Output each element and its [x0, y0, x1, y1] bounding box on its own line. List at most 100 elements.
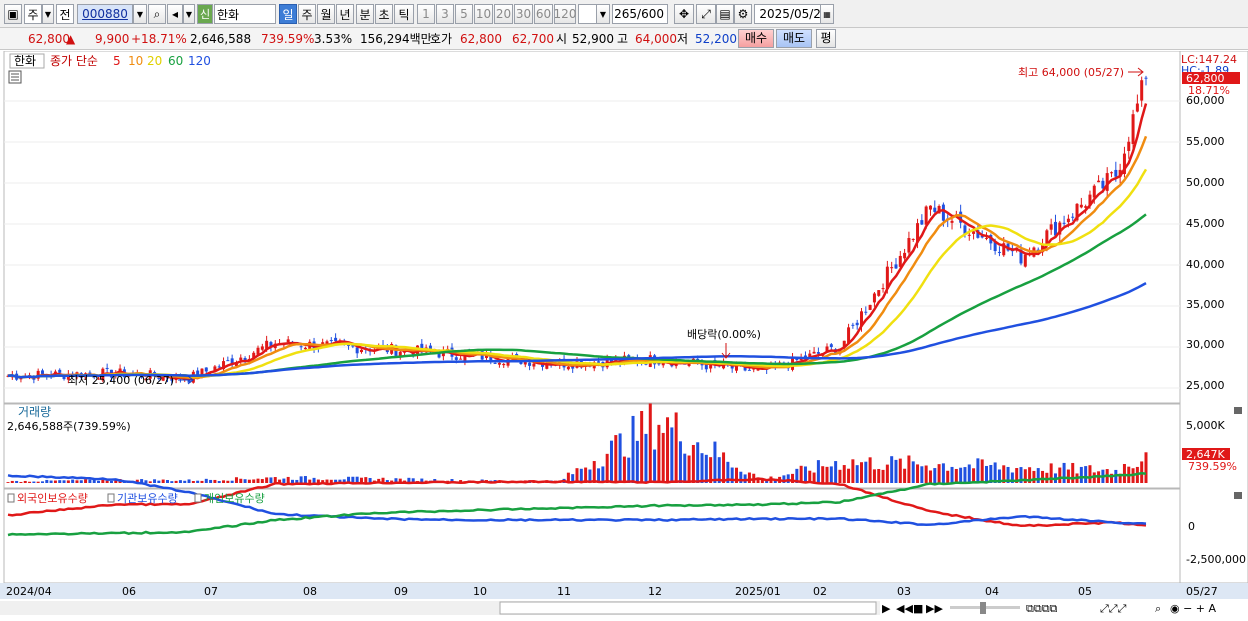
interval-30[interactable]: 30: [514, 4, 533, 24]
volume-bar: [614, 435, 618, 483]
period-day-tab[interactable]: 일: [279, 4, 297, 24]
stock-code-input[interactable]: 000880: [77, 4, 133, 24]
period-minute-tab[interactable]: 분: [356, 4, 374, 24]
candle-body: [1114, 169, 1118, 177]
volume-bar: [691, 444, 695, 483]
interval-5[interactable]: 5: [455, 4, 473, 24]
x-axis-bar: [0, 583, 1248, 599]
volume-bar: [860, 462, 863, 483]
high-label: 고: [617, 32, 629, 46]
mode1-select[interactable]: 주: [24, 4, 42, 24]
volume-bar: [105, 480, 109, 483]
individual-legend-box[interactable]: [194, 493, 202, 503]
volume-bar: [842, 465, 846, 483]
sell-button[interactable]: 매도: [776, 29, 812, 48]
layout-icon[interactable]: ⧉⧉⧉⧉: [1026, 602, 1058, 615]
window-icon[interactable]: ▣: [4, 4, 22, 24]
volume-bar: [161, 479, 165, 483]
volume-bar: [653, 449, 657, 483]
foreign-legend-box[interactable]: [7, 493, 15, 503]
holding-close-icon[interactable]: [1234, 492, 1242, 499]
stop-icon[interactable]: ■: [913, 602, 923, 615]
volume-bar: [678, 441, 682, 483]
rewind-icon[interactable]: ◀◀: [896, 602, 913, 615]
mode2-select[interactable]: 전: [56, 4, 74, 24]
volume-bar: [178, 480, 182, 483]
volume-bar: [622, 456, 626, 483]
interval-3[interactable]: 3: [436, 4, 454, 24]
volume-bar: [1032, 470, 1036, 483]
volume-bar: [364, 477, 368, 483]
chart-area[interactable]: 한화 종가 단순 5 10 20 60 120 LC:147.24 HC:-1.…: [0, 51, 1248, 621]
candle-body: [1062, 222, 1066, 224]
period-week-tab[interactable]: 주: [298, 4, 316, 24]
institution-legend-box[interactable]: [107, 493, 115, 503]
scrollbar-thumb[interactable]: [499, 601, 877, 615]
period-year-tab[interactable]: 년: [336, 4, 354, 24]
volume-bar: [101, 479, 105, 483]
volume-ratio: 739.59%: [261, 32, 315, 46]
volume-bar: [1079, 466, 1083, 483]
chevron-down-icon[interactable]: ▼: [183, 4, 195, 24]
scroll-right-icon[interactable]: ▶: [882, 602, 891, 615]
chevron-down-icon[interactable]: ▼: [42, 4, 54, 24]
chevron-down-icon[interactable]: ▼: [596, 4, 610, 24]
calendar-icon[interactable]: ▦: [820, 4, 834, 24]
volume-bar: [62, 480, 66, 483]
candle-body: [1135, 103, 1139, 112]
interval-120[interactable]: 120: [554, 4, 576, 24]
buy-button[interactable]: 매수: [738, 29, 774, 48]
volume-close-icon[interactable]: [1234, 407, 1242, 414]
volume-bar: [1144, 452, 1148, 483]
candle-body: [40, 370, 44, 374]
candle-body: [920, 220, 924, 225]
candle-body: [286, 339, 290, 343]
stock-name-field[interactable]: 한화: [214, 4, 276, 24]
x-label: 06: [122, 585, 136, 598]
volume-bar: [109, 480, 113, 483]
change-percent: +18.71%: [131, 32, 187, 46]
draw-line-icon[interactable]: ⤢: [696, 4, 716, 24]
high-annotation: 최고 64,000 (05/27): [1018, 66, 1124, 79]
crosshair-icon[interactable]: ✥: [674, 4, 694, 24]
gear-icon[interactable]: ⚙: [734, 4, 752, 24]
period-month-tab[interactable]: 월: [317, 4, 335, 24]
zoom-tools-icon[interactable]: ◉ − + A: [1170, 602, 1217, 615]
data-count-field[interactable]: 265/600: [612, 4, 668, 24]
fast-forward-icon[interactable]: ▶▶: [926, 602, 943, 615]
volume-bar: [881, 469, 885, 483]
candle-body: [829, 344, 833, 348]
volume-bar: [1071, 462, 1075, 483]
new-badge: 신: [197, 4, 213, 24]
code-dropdown-icon[interactable]: ▼: [133, 4, 147, 24]
x-label: 02: [813, 585, 827, 598]
avg-button[interactable]: 평: [816, 29, 836, 48]
save-icon[interactable]: ▤: [716, 4, 734, 24]
x-label: 2024/04: [6, 585, 52, 598]
interval-10[interactable]: 10: [474, 4, 493, 24]
volume-value: 2,646,588: [190, 32, 252, 46]
volume-bar: [209, 479, 213, 483]
drawing-tools-icon[interactable]: ⤢⤢⤢: [1100, 602, 1127, 615]
volume-bar: [234, 477, 238, 483]
volume-bar: [601, 466, 605, 483]
candle-body: [597, 361, 601, 363]
volume-bar: [187, 479, 191, 483]
tools-icon[interactable]: ⌕: [1155, 602, 1161, 615]
volume-pct-tag: 739.59%: [1188, 460, 1237, 473]
candle-body: [303, 347, 307, 350]
open-price: 52,900: [572, 32, 614, 46]
period-tick-tab[interactable]: 틱: [394, 4, 414, 24]
search-icon[interactable]: ⌕: [148, 4, 166, 24]
volume-bar: [239, 478, 243, 483]
volume-bar: [907, 455, 911, 483]
zoom-slider-handle[interactable]: [980, 602, 986, 614]
interval-60[interactable]: 60: [534, 4, 553, 24]
speaker-icon[interactable]: ◂: [167, 4, 183, 24]
volume-bar: [226, 480, 230, 483]
interval-20[interactable]: 20: [494, 4, 513, 24]
interval-1[interactable]: 1: [417, 4, 435, 24]
current-price: 62,800: [28, 32, 70, 46]
period-second-tab[interactable]: 초: [375, 4, 393, 24]
volume-bar: [898, 458, 902, 483]
